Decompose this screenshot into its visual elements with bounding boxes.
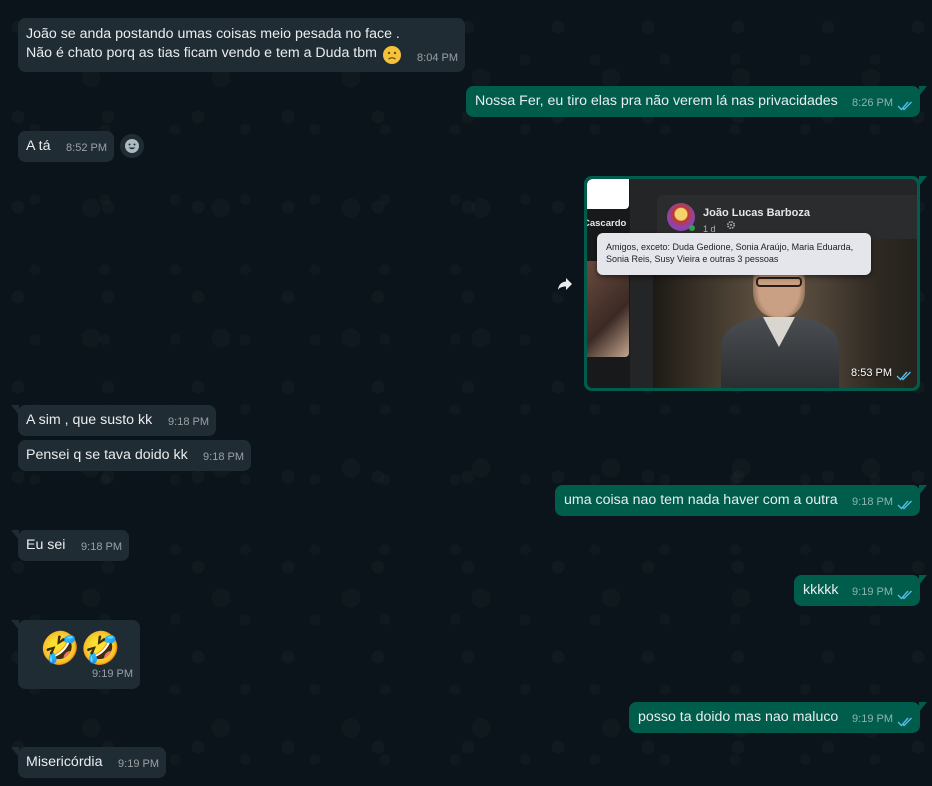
message-incoming[interactable]: Eu sei 9:18 PM — [11, 530, 129, 561]
message-text: Pensei q se tava doido kk — [26, 447, 188, 463]
image-left-card — [587, 179, 629, 209]
forward-button[interactable] — [552, 271, 578, 297]
react-button[interactable] — [120, 134, 144, 158]
message-time: 9:18 PM — [852, 496, 893, 508]
message-time: 8:52 PM — [66, 142, 107, 154]
message-time: 8:53 PM — [851, 367, 892, 379]
message-incoming-emoji[interactable]: 🤣🤣 9:19 PM — [11, 620, 140, 689]
message-incoming[interactable]: Pensei q se tava doido kk 9:18 PM — [18, 440, 251, 471]
smiley-icon — [125, 139, 139, 153]
message-time: 9:19 PM — [852, 713, 893, 725]
message-text: A tá — [26, 138, 51, 154]
double-check-icon — [896, 371, 911, 381]
message-time: 9:19 PM — [92, 668, 133, 680]
bubble-tail — [919, 176, 927, 186]
message-time: 9:19 PM — [852, 586, 893, 598]
double-check-icon — [897, 590, 912, 600]
bubble-tail — [919, 575, 927, 585]
message-incoming[interactable]: A sim , que susto kk 9:18 PM — [11, 405, 216, 436]
message-outgoing[interactable]: uma coisa nao tem nada haver com a outra… — [555, 485, 927, 516]
message-text: João se anda postando umas coisas meio p… — [26, 26, 400, 42]
message-time: 8:26 PM — [852, 97, 893, 109]
message-text: Não é chato porq as tias ficam vendo e t… — [26, 45, 377, 61]
message-time: 8:04 PM — [417, 52, 458, 64]
message-text: Eu sei — [26, 537, 66, 553]
message-text: kkkkk — [803, 582, 839, 598]
message-time: 9:18 PM — [81, 541, 122, 553]
bubble-tail — [11, 747, 19, 757]
message-incoming[interactable]: João se anda postando umas coisas meio p… — [18, 18, 465, 72]
message-text: posso ta doido mas nao maluco — [638, 709, 839, 725]
message-text: A sim , que susto kk — [26, 412, 153, 428]
message-outgoing-image[interactable]: Cascardo João Lucas Barboza 1 d Amigos, … — [584, 176, 927, 391]
bubble-tail — [11, 530, 19, 540]
message-text: uma coisa nao tem nada haver com a outra — [564, 492, 838, 508]
double-check-icon — [897, 500, 912, 510]
message-time: 9:19 PM — [118, 758, 159, 770]
bubble-tail — [11, 405, 19, 415]
post-author: João Lucas Barboza — [703, 207, 810, 219]
message-outgoing[interactable]: posso ta doido mas nao maluco 9:19 PM — [629, 702, 927, 733]
message-text: Nossa Fer, eu tiro elas pra não verem lá… — [475, 93, 838, 109]
message-incoming[interactable]: Misericórdia 9:19 PM — [11, 747, 166, 778]
online-dot — [689, 225, 695, 231]
privacy-text: Amigos, exceto: Duda Gedione, Sonia Araú… — [606, 242, 854, 264]
side-label: Cascardo — [587, 218, 627, 229]
double-check-icon — [897, 717, 912, 727]
forward-icon — [558, 278, 572, 290]
bubble-tail — [11, 620, 19, 630]
gear-icon — [726, 220, 736, 230]
bubble-tail — [919, 702, 927, 712]
shared-screenshot-image[interactable]: Cascardo João Lucas Barboza 1 d Amigos, … — [587, 179, 917, 388]
bubble-tail — [919, 86, 927, 96]
bubble-tail — [919, 485, 927, 495]
message-text: Misericórdia — [26, 754, 103, 770]
sad-face-emoji-icon — [383, 46, 401, 64]
message-incoming[interactable]: A tá 8:52 PM — [18, 131, 114, 162]
emoji-rolling-laughing-icon: 🤣🤣 — [40, 630, 122, 666]
message-time: 9:18 PM — [168, 416, 209, 428]
double-check-icon — [897, 101, 912, 111]
message-time: 9:18 PM — [203, 451, 244, 463]
privacy-tooltip: Amigos, exceto: Duda Gedione, Sonia Araú… — [597, 233, 871, 275]
image-left-photo — [587, 261, 629, 357]
person-glasses — [756, 277, 802, 287]
message-outgoing[interactable]: Nossa Fer, eu tiro elas pra não verem lá… — [466, 86, 927, 117]
message-outgoing[interactable]: kkkkk 9:19 PM — [794, 575, 927, 606]
